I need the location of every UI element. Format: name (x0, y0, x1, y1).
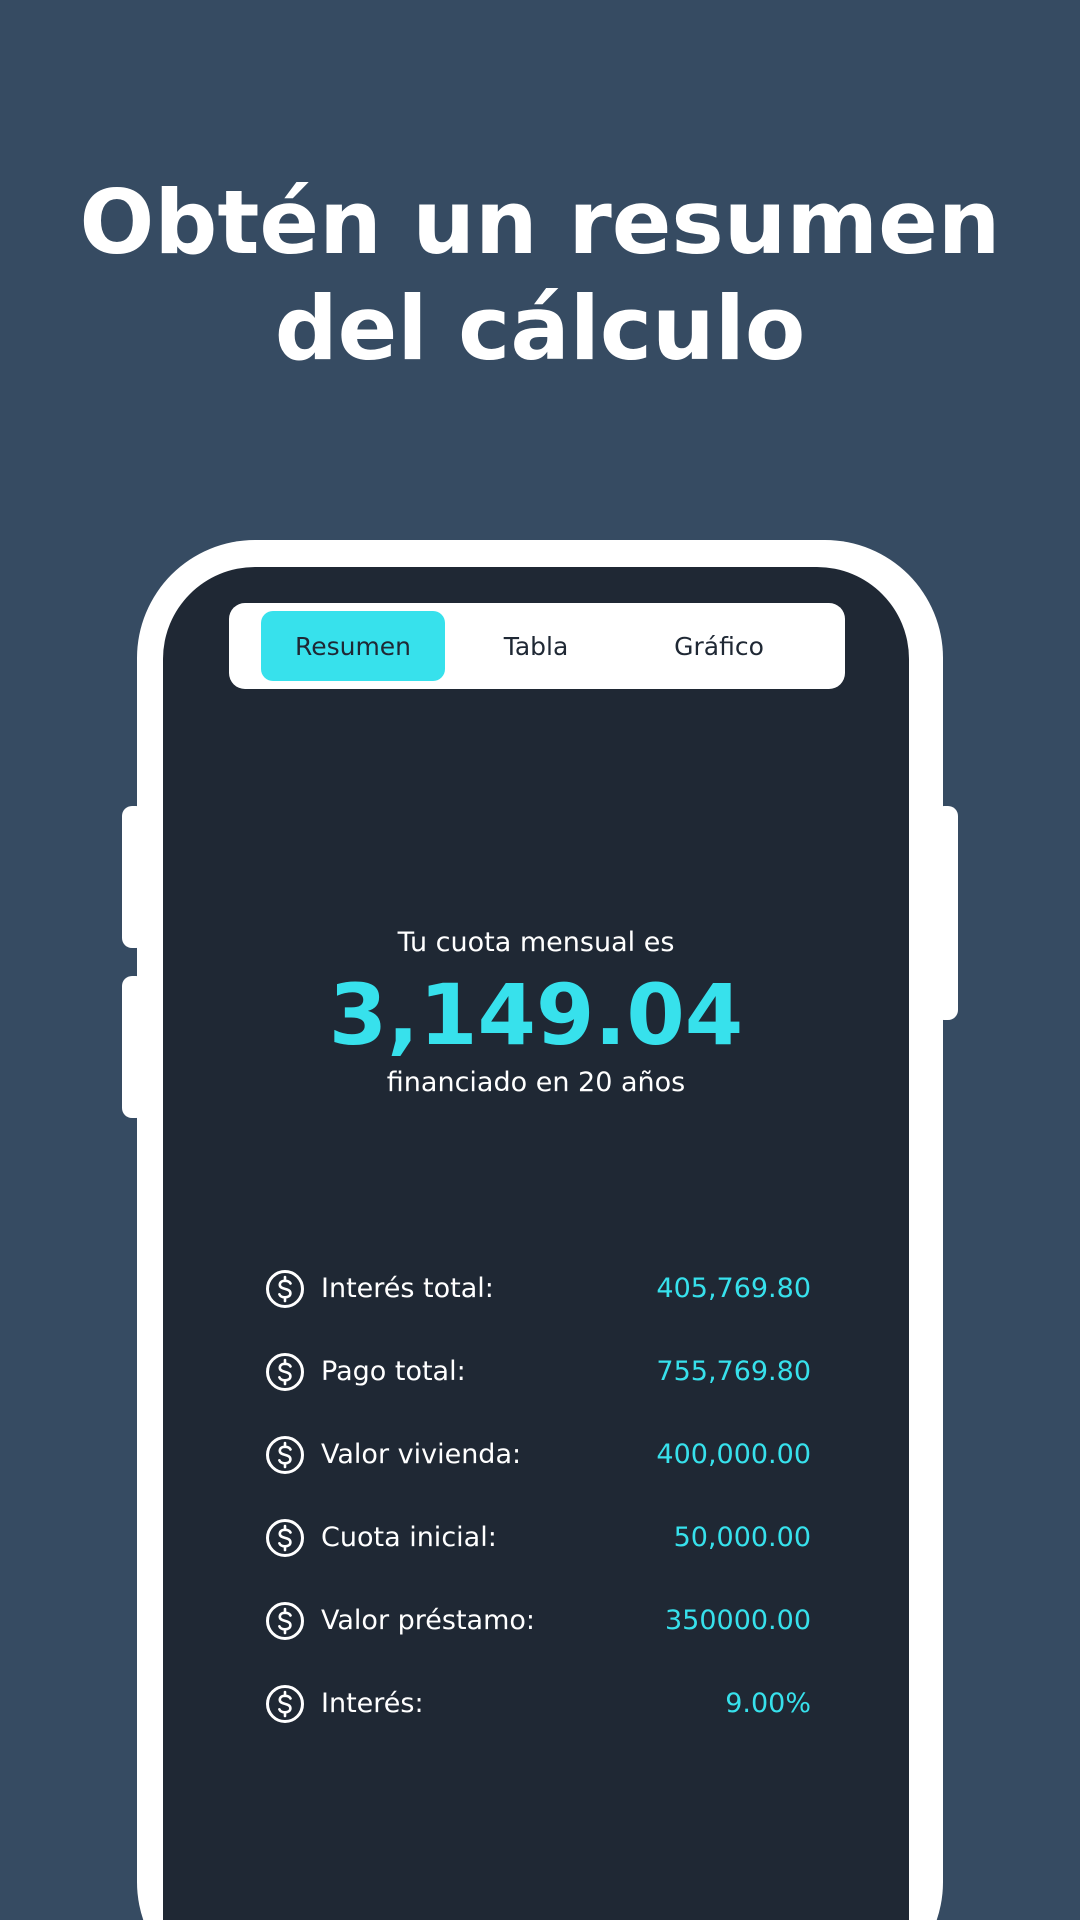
dollar-circle-icon (266, 1684, 304, 1723)
tab-grafico[interactable]: Gráfico (627, 611, 811, 681)
dollar-circle-icon (266, 1352, 304, 1391)
monthly-payment-label: Tu cuota mensual es (397, 927, 675, 958)
row-label: Interés: (321, 1688, 424, 1719)
summary-row-cuota-inicial: Cuota inicial: 50,000.00 (265, 1496, 811, 1579)
row-value: 755,769.80 (656, 1356, 811, 1387)
dollar-circle-icon (266, 1269, 304, 1308)
row-label: Cuota inicial: (321, 1522, 497, 1553)
tab-resumen[interactable]: Resumen (261, 611, 445, 681)
row-value: 405,769.80 (656, 1273, 811, 1304)
dollar-circle-icon (266, 1435, 304, 1474)
row-label: Pago total: (321, 1356, 466, 1387)
promo-headline: Obtén un resumen del cálculo (0, 170, 1080, 382)
dollar-circle-icon (266, 1601, 304, 1640)
summary-row-valor-prestamo: Valor préstamo: 350000.00 (265, 1579, 811, 1662)
summary-row-interes: Interés: 9.00% (265, 1662, 811, 1745)
row-value: 400,000.00 (656, 1439, 811, 1470)
summary-row-valor-vivienda: Valor vivienda: 400,000.00 (265, 1413, 811, 1496)
summary-row-pago-total: Pago total: 755,769.80 (265, 1330, 811, 1413)
row-value: 9.00% (725, 1688, 811, 1719)
row-label: Valor préstamo: (321, 1605, 535, 1636)
headline-line-2: del cálculo (274, 277, 806, 380)
financing-term-text: financiado en 20 años (386, 1067, 686, 1098)
row-value: 350000.00 (664, 1605, 811, 1636)
summary-row-interes-total: Interés total: 405,769.80 (265, 1247, 811, 1330)
row-label: Interés total: (321, 1273, 494, 1304)
row-label: Valor vivienda: (321, 1439, 522, 1470)
summary-list: Interés total: 405,769.80 Pago total: 75… (265, 1247, 811, 1745)
segmented-tabs: Resumen Tabla Gráfico (229, 603, 845, 689)
row-value: 50,000.00 (673, 1522, 811, 1553)
promo-page: Obtén un resumen del cálculo Resumen Tab… (0, 0, 1080, 1920)
headline-line-1: Obtén un resumen (79, 171, 1001, 274)
dollar-circle-icon (266, 1518, 304, 1557)
phone-screen: Resumen Tabla Gráfico Tu cuota mensual e… (163, 567, 909, 1920)
tab-tabla[interactable]: Tabla (444, 611, 628, 681)
monthly-payment-amount: 3,149.04 (328, 966, 744, 1064)
